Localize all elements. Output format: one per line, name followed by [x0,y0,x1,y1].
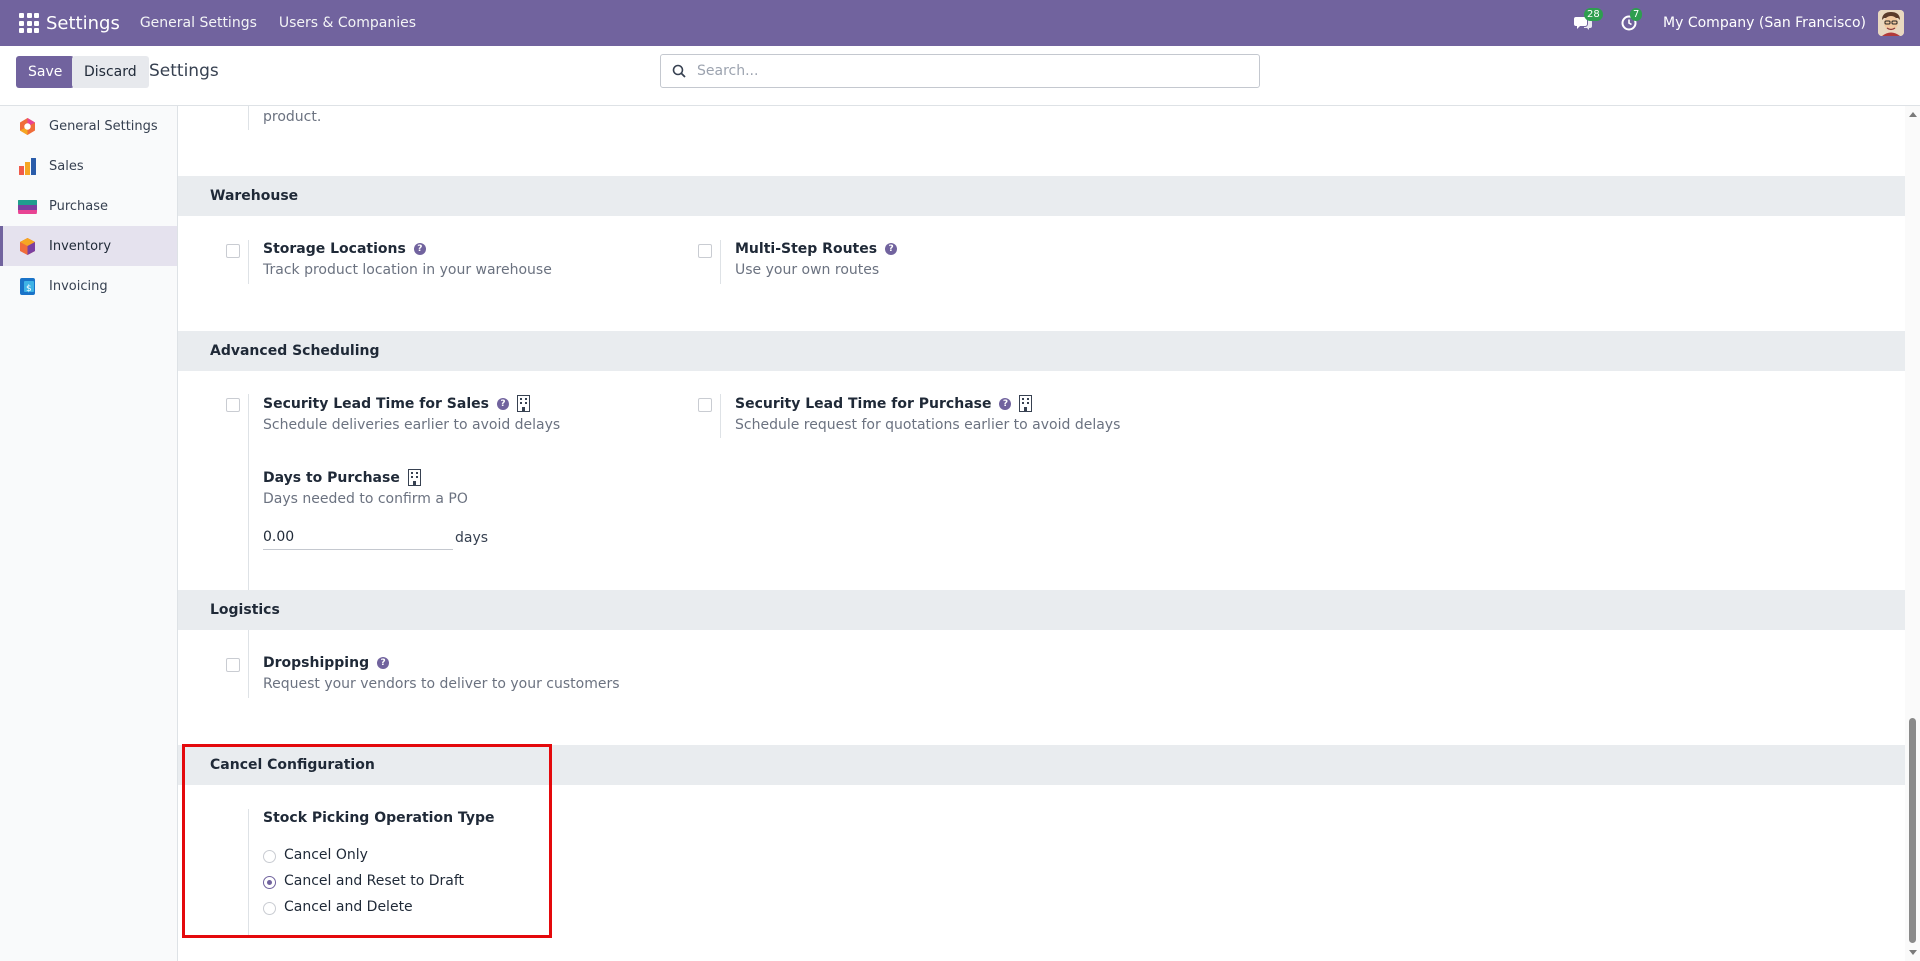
storage-locations-checkbox[interactable] [226,244,240,258]
sidebar-item-label: Purchase [49,198,109,214]
multi-step-routes-title: Multi-Step Routes ? [735,241,898,257]
cancel-only-radio[interactable] [263,850,276,863]
storage-locations-label: Storage Locations [263,241,406,257]
lead-time-purchase-title: Security Lead Time for Purchase ? [735,395,1033,412]
storage-locations-description: Track product location in your warehouse [263,262,552,278]
sidebar-item-purchase[interactable]: Purchase [0,186,177,226]
breadcrumb-title: Settings [149,61,219,81]
multi-step-routes-checkbox[interactable] [698,244,712,258]
days-to-purchase-title: Days to Purchase [263,469,421,486]
apps-menu-icon[interactable] [16,10,42,36]
scroll-down-arrow-icon[interactable] [1909,950,1917,955]
cancel-reset-draft-label[interactable]: Cancel and Reset to Draft [284,873,464,889]
menu-users-companies[interactable]: Users & Companies [279,15,416,31]
divider [248,654,249,698]
company-building-icon [407,469,421,486]
dropshipping-label: Dropshipping [263,655,370,671]
control-panel: Save Discard Settings [0,46,1920,106]
lead-time-sales-label: Security Lead Time for Sales [263,395,489,412]
sidebar-item-sales[interactable]: Sales [0,146,177,186]
help-icon[interactable]: ? [413,243,426,255]
help-icon[interactable]: ? [377,657,390,669]
messages-count-badge: 28 [1584,8,1603,21]
content-scrollbar[interactable] [1905,106,1920,961]
menu-general-settings[interactable]: General Settings [140,15,257,31]
lead-time-sales-checkbox[interactable] [226,398,240,412]
days-to-purchase-label: Days to Purchase [263,469,400,486]
lead-time-sales-title: Security Lead Time for Sales ? [263,395,530,412]
inventory-icon [20,237,35,255]
sidebar-item-label: Sales [49,158,84,174]
sidebar-item-invoicing[interactable]: $ Invoicing [0,266,177,306]
divider [248,809,249,935]
search-input[interactable] [697,56,1259,86]
sidebar-item-general-settings[interactable]: General Settings [0,106,177,146]
search-icon-wrap [661,64,697,78]
search-bar[interactable] [660,54,1260,88]
company-building-icon [1019,395,1033,412]
sidebar-item-label: Invoicing [49,278,108,294]
section-warehouse-header: Warehouse [178,176,1905,216]
section-cancel-configuration-header: Cancel Configuration [178,745,1905,785]
sales-icon [19,157,36,175]
cancel-reset-draft-radio[interactable] [263,876,276,889]
dropshipping-checkbox[interactable] [226,658,240,672]
lead-time-purchase-checkbox[interactable] [698,398,712,412]
settings-sidebar: General Settings Sales Purchase Inventor… [0,106,178,961]
days-to-purchase-input[interactable] [263,524,453,550]
user-avatar-icon [1878,10,1904,36]
section-advanced-scheduling-header: Advanced Scheduling [178,331,1905,371]
sidebar-item-label: Inventory [49,238,112,254]
cancel-delete-label[interactable]: Cancel and Delete [284,899,413,915]
truncated-description: product. [263,109,322,125]
general-settings-icon [20,117,35,135]
section-logistics-header: Logistics [178,590,1905,630]
multi-step-routes-label: Multi-Step Routes [735,241,878,257]
app-brand[interactable]: Settings [46,13,120,34]
sidebar-item-label: General Settings [49,118,158,134]
top-navbar: Settings General Settings Users & Compan… [0,0,1920,46]
lead-time-purchase-description: Schedule request for quotations earlier … [735,417,1121,433]
divider [720,240,721,284]
company-building-icon [516,395,530,412]
scrollbar-thumb[interactable] [1909,718,1916,943]
sidebar-item-inventory[interactable]: Inventory [0,226,177,266]
activities-count-badge: 7 [1630,8,1643,21]
storage-locations-title: Storage Locations ? [263,241,426,257]
multi-step-routes-description: Use your own routes [735,262,880,278]
days-to-purchase-description: Days needed to confirm a PO [263,491,468,507]
help-icon[interactable]: ? [999,397,1012,410]
stock-picking-operation-type-label: Stock Picking Operation Type [263,810,495,826]
invoicing-icon: $ [20,277,35,295]
purchase-icon [18,199,37,214]
search-icon [672,64,686,78]
days-unit-label: days [455,530,489,546]
scroll-up-arrow-icon[interactable] [1909,112,1917,117]
svg-text:$: $ [26,284,32,294]
company-switcher[interactable]: My Company (San Francisco) [1663,15,1866,31]
settings-content: product. Warehouse Storage Locations ? T… [178,106,1905,961]
divider [248,240,249,284]
cancel-delete-radio[interactable] [263,902,276,915]
divider [248,106,249,130]
cancel-only-label[interactable]: Cancel Only [284,847,368,863]
messages-button[interactable]: 28 [1571,8,1603,35]
divider [720,394,721,438]
help-icon[interactable]: ? [885,243,898,255]
dropshipping-title: Dropshipping ? [263,655,390,671]
lead-time-purchase-label: Security Lead Time for Purchase [735,395,992,412]
save-button[interactable]: Save [16,56,75,88]
help-icon[interactable]: ? [496,397,509,410]
user-avatar[interactable] [1878,10,1904,36]
lead-time-sales-description: Schedule deliveries earlier to avoid del… [263,417,561,433]
dropshipping-description: Request your vendors to deliver to your … [263,676,620,692]
activities-button[interactable]: 7 [1617,8,1643,35]
discard-button[interactable]: Discard [72,56,149,88]
